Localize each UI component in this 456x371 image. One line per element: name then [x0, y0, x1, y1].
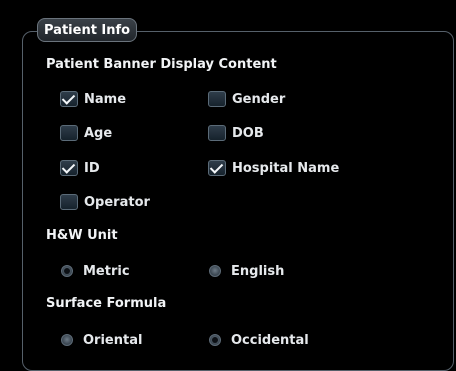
english-radio-label: English [231, 263, 285, 279]
name-checkbox-label: Name [84, 91, 127, 107]
radio-selected-icon [61, 265, 73, 277]
banner-section-label: Patient Banner Display Content [46, 57, 277, 72]
checkbox-checked-icon [60, 91, 78, 107]
radio-selected-icon [209, 334, 221, 346]
dob-checkbox[interactable]: DOB [208, 122, 264, 144]
age-checkbox[interactable]: Age [60, 122, 112, 144]
hospital-name-checkbox[interactable]: Hospital Name [208, 157, 339, 179]
group-title: Patient Info [37, 18, 138, 42]
checkbox-unchecked-icon [208, 91, 226, 107]
english-radio[interactable]: English [209, 260, 284, 282]
name-checkbox[interactable]: Name [60, 88, 126, 110]
oriental-radio-label: Oriental [83, 332, 143, 348]
metric-radio[interactable]: Metric [61, 260, 130, 282]
id-checkbox[interactable]: ID [60, 157, 100, 179]
radio-unselected-icon [209, 265, 221, 277]
operator-checkbox[interactable]: Operator [60, 191, 150, 213]
checkbox-checked-icon [60, 160, 78, 176]
surface-formula-section-label: Surface Formula [46, 296, 167, 311]
gender-checkbox[interactable]: Gender [208, 88, 285, 110]
checkbox-unchecked-icon [60, 194, 78, 210]
checkbox-unchecked-icon [60, 125, 78, 141]
age-checkbox-label: Age [84, 125, 113, 141]
hospital-name-checkbox-label: Hospital Name [232, 160, 340, 176]
occidental-radio[interactable]: Occidental [209, 329, 309, 351]
metric-radio-label: Metric [83, 263, 130, 279]
operator-checkbox-label: Operator [84, 194, 150, 210]
id-checkbox-label: ID [84, 160, 100, 176]
oriental-radio[interactable]: Oriental [61, 329, 142, 351]
dob-checkbox-label: DOB [232, 125, 264, 141]
hw-unit-section-label: H&W Unit [46, 228, 118, 243]
gender-checkbox-label: Gender [232, 91, 286, 107]
occidental-radio-label: Occidental [231, 332, 309, 348]
radio-unselected-icon [61, 334, 73, 346]
checkbox-unchecked-icon [208, 125, 226, 141]
checkbox-checked-icon [208, 160, 226, 176]
